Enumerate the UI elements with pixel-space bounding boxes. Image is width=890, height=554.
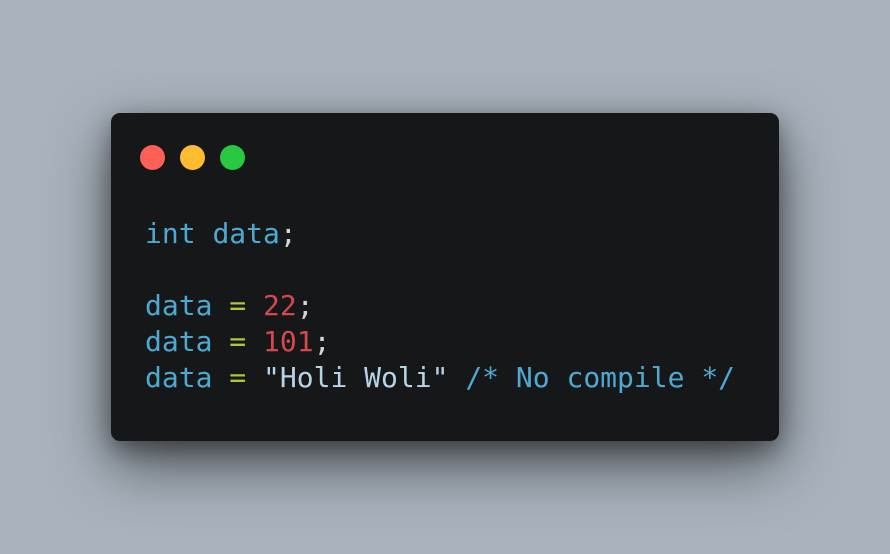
operator-token: =	[229, 325, 247, 358]
code-window: int data; data = 22; data = 101; data = "Ho…	[111, 113, 779, 441]
code-block: int data; data = 22; data = 101; data = "Ho…	[145, 216, 735, 396]
comment-token: /* No compile */	[465, 361, 736, 394]
window-controls	[140, 145, 245, 170]
close-button[interactable]	[140, 145, 165, 170]
code-line-empty	[145, 252, 735, 288]
string-token: "Holi Woli"	[263, 361, 449, 394]
number-token: 22	[263, 289, 297, 322]
operator-token: =	[229, 289, 247, 322]
operator-token: =	[229, 361, 247, 394]
semicolon-token: ;	[313, 325, 331, 358]
code-line: data = 101;	[145, 324, 735, 360]
identifier-token: data	[145, 361, 213, 394]
minimize-button[interactable]	[180, 145, 205, 170]
code-line: data = "Holi Woli" /* No compile */	[145, 360, 735, 396]
identifier-token: data	[212, 217, 280, 250]
code-line: int data;	[145, 216, 735, 252]
identifier-token: data	[145, 289, 213, 322]
semicolon-token: ;	[279, 217, 297, 250]
keyword-token: int	[145, 217, 196, 250]
code-line: data = 22;	[145, 288, 735, 324]
maximize-button[interactable]	[220, 145, 245, 170]
semicolon-token: ;	[296, 289, 314, 322]
number-token: 101	[263, 325, 314, 358]
identifier-token: data	[145, 325, 213, 358]
